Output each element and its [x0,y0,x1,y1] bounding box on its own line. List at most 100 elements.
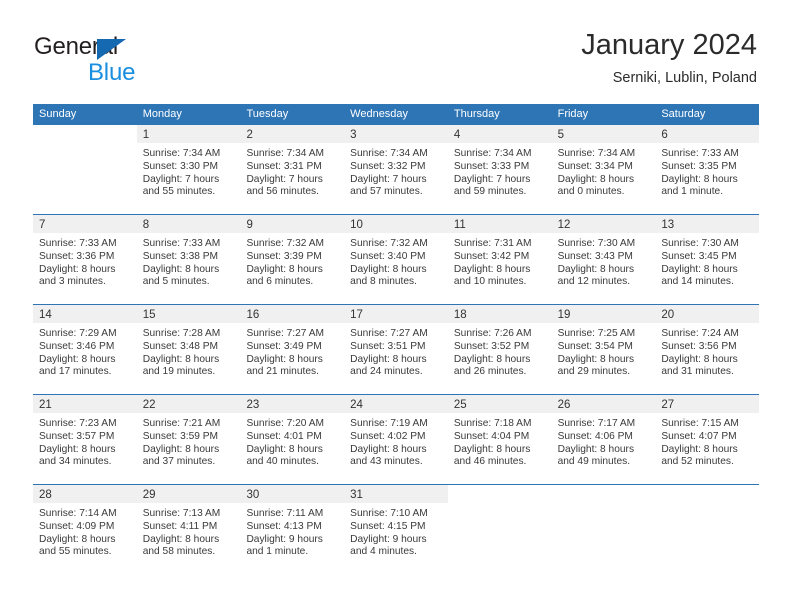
day-detail-line: Daylight: 8 hours [557,353,635,365]
calendar-day-cell[interactable]: 26 Sunrise: 7:17 AM Sunset: 4:06 PM Dayligh… [551,395,656,484]
day-detail-line: Sunrise: 7:25 AM [557,328,636,339]
day-detail-text: Sunrise: 7:34 AM Sunset: 3:33 PM Daylight:… [448,143,552,199]
day-detail-line: Daylight: 8 hours [246,263,323,275]
day-detail-line: and 43 minutes. [350,456,423,468]
calendar-day-cell[interactable]: 17 Sunrise: 7:27 AM Sunset: 3:51 PM Dayligh… [344,305,448,394]
day-number: 25 [453,399,467,411]
day-detail-line: Sunrise: 7:26 AM [453,328,532,339]
day-detail-line: Sunset: 3:32 PM [350,160,426,172]
day-detail-line: and 21 minutes. [246,366,319,378]
calendar-day-cell[interactable]: 7 Sunrise: 7:33 AM Sunset: 3:36 PM Daylight… [33,215,137,304]
day-detail-line: and 57 minutes. [350,186,423,198]
day-detail-line: and 12 minutes. [557,276,631,288]
day-detail-line: Sunrise: 7:32 AM [246,238,325,249]
calendar-day-cell[interactable]: 2 Sunrise: 7:34 AM Sunset: 3:31 PM Daylight… [240,125,345,214]
day-detail-text [655,503,759,508]
calendar-day-cell[interactable]: 24 Sunrise: 7:19 AM Sunset: 4:02 PM Dayligh… [344,395,448,484]
page-subtitle: Serniki, Lublin, Poland [612,70,757,86]
day-detail-line: Sunrise: 7:34 AM [142,148,221,159]
calendar-day-cell[interactable]: 8 Sunrise: 7:33 AM Sunset: 3:38 PM Daylight… [136,215,241,304]
calendar-day-cell[interactable]: 11 Sunrise: 7:31 AM Sunset: 3:42 PM Dayligh… [447,215,552,304]
day-detail-text: Sunrise: 7:32 AM Sunset: 3:40 PM Daylight:… [344,233,448,289]
calendar-day-cell[interactable]: 14 Sunrise: 7:29 AM Sunset: 3:46 PM Dayligh… [33,305,137,394]
day-detail-line: Daylight: 8 hours [350,263,427,275]
day-detail-text: Sunrise: 7:29 AM Sunset: 3:46 PM Daylight:… [33,323,137,379]
day-number: 12 [557,219,571,231]
day-detail-line: Daylight: 8 hours [39,263,116,275]
day-number: 18 [453,309,467,321]
calendar-day-cell[interactable]: 29 Sunrise: 7:13 AM Sunset: 4:11 PM Dayligh… [136,485,241,574]
calendar-day-cell[interactable]: 20 Sunrise: 7:24 AM Sunset: 3:56 PM Dayligh… [655,305,760,394]
day-number-band: 12 [551,215,656,233]
calendar-day-cell[interactable]: 3 Sunrise: 7:34 AM Sunset: 3:32 PM Daylight… [344,125,448,214]
calendar-day-cell[interactable]: 19 Sunrise: 7:25 AM Sunset: 3:54 PM Dayligh… [551,305,656,394]
day-detail-line: and 59 minutes. [453,186,527,198]
day-detail-line: and 4 minutes. [350,546,417,558]
day-detail-line: Sunset: 4:15 PM [350,520,426,532]
day-detail-line: Sunrise: 7:10 AM [350,508,428,519]
day-detail-line: Daylight: 8 hours [557,263,635,275]
day-detail-text: Sunrise: 7:32 AM Sunset: 3:39 PM Daylight:… [240,233,344,289]
day-number: 23 [246,399,260,411]
calendar-week-cells: 7 Sunrise: 7:33 AM Sunset: 3:36 PM Daylight… [33,215,760,304]
calendar-day-cell[interactable]: 5 Sunrise: 7:34 AM Sunset: 3:34 PM Daylight… [551,125,656,214]
day-number-band: 17 [344,305,448,323]
day-detail-text: Sunrise: 7:33 AM Sunset: 3:36 PM Daylight:… [33,233,137,289]
calendar-day-cell[interactable]: 10 Sunrise: 7:32 AM Sunset: 3:40 PM Dayligh… [344,215,448,304]
calendar-day-cell[interactable]: 1 Sunrise: 7:34 AM Sunset: 3:30 PM Daylight… [136,125,241,214]
calendar-week-row: 7 Sunrise: 7:33 AM Sunset: 3:36 PM Daylight… [33,214,760,304]
day-detail-line: and 26 minutes. [453,366,527,378]
calendar-day-cell[interactable]: 31 Sunrise: 7:10 AM Sunset: 4:15 PM Dayligh… [344,485,448,574]
day-number-band: 19 [551,305,656,323]
day-detail-line: Daylight: 8 hours [661,173,738,185]
day-detail-line: Daylight: 8 hours [142,443,220,455]
day-number-band: 2 [240,125,345,143]
day-detail-line: Sunset: 3:35 PM [661,160,737,172]
day-detail-text: Sunrise: 7:27 AM Sunset: 3:49 PM Daylight:… [240,323,344,379]
calendar-day-cell[interactable]: 30 Sunrise: 7:11 AM Sunset: 4:13 PM Dayligh… [240,485,345,574]
weekday-header-saturday: Saturday [661,108,706,120]
calendar-day-cell[interactable]: 13 Sunrise: 7:30 AM Sunset: 3:45 PM Dayligh… [655,215,760,304]
day-number-band: 22 [136,395,241,413]
calendar-day-cell[interactable]: 28 Sunrise: 7:14 AM Sunset: 4:09 PM Dayligh… [33,485,137,574]
day-detail-line: Sunrise: 7:13 AM [142,508,221,519]
day-detail-line: Sunset: 3:42 PM [453,250,530,262]
calendar-day-cell[interactable]: 22 Sunrise: 7:21 AM Sunset: 3:59 PM Dayligh… [136,395,241,484]
day-detail-line: Daylight: 8 hours [661,443,738,455]
day-detail-text: Sunrise: 7:30 AM Sunset: 3:43 PM Daylight:… [552,233,656,289]
calendar-day-cell[interactable]: 12 Sunrise: 7:30 AM Sunset: 3:43 PM Dayligh… [551,215,656,304]
day-number: 11 [453,219,466,231]
day-detail-line: Sunset: 4:02 PM [350,430,426,442]
day-number: 3 [350,129,357,141]
day-detail-line: and 58 minutes. [142,546,216,558]
calendar-day-cell[interactable]: 25 Sunrise: 7:18 AM Sunset: 4:04 PM Dayligh… [447,395,552,484]
title-block: January 2024 Serniki, Lublin, Poland [581,28,757,88]
day-number: 9 [246,219,253,231]
day-detail-text: Sunrise: 7:10 AM Sunset: 4:15 PM Daylight:… [344,503,448,559]
calendar-day-cell[interactable]: 15 Sunrise: 7:28 AM Sunset: 3:48 PM Dayligh… [136,305,241,394]
calendar-day-cell[interactable]: 18 Sunrise: 7:26 AM Sunset: 3:52 PM Dayligh… [447,305,552,394]
calendar-day-cell[interactable]: 23 Sunrise: 7:20 AM Sunset: 4:01 PM Dayligh… [240,395,345,484]
day-detail-line: Daylight: 8 hours [142,263,220,275]
calendar-day-cell[interactable]: 27 Sunrise: 7:15 AM Sunset: 4:07 PM Dayligh… [655,395,760,484]
brand-logo[interactable]: General Blue [34,33,254,89]
day-detail-line: Daylight: 8 hours [246,443,323,455]
calendar-day-cell[interactable]: 21 Sunrise: 7:23 AM Sunset: 3:57 PM Dayligh… [33,395,137,484]
day-detail-line: Sunset: 3:31 PM [246,160,322,172]
day-detail-line: and 31 minutes. [661,366,734,378]
day-detail-line: Sunset: 4:13 PM [246,520,322,532]
day-number: 6 [661,129,668,141]
day-detail-line: Sunset: 3:40 PM [350,250,426,262]
calendar-day-cell[interactable]: 16 Sunrise: 7:27 AM Sunset: 3:49 PM Dayligh… [240,305,345,394]
calendar-day-cell[interactable]: 4 Sunrise: 7:34 AM Sunset: 3:33 PM Daylight… [447,125,552,214]
day-detail-line: and 5 minutes. [142,276,210,288]
day-number: 26 [557,399,571,411]
day-detail-text: Sunrise: 7:33 AM Sunset: 3:38 PM Daylight:… [137,233,241,289]
calendar-day-cell[interactable]: 6 Sunrise: 7:33 AM Sunset: 3:35 PM Daylight… [655,125,760,214]
calendar-week-row: 14 Sunrise: 7:29 AM Sunset: 3:46 PM Dayligh… [33,304,760,394]
day-detail-line: and 29 minutes. [557,366,631,378]
calendar-week-cells: 21 Sunrise: 7:23 AM Sunset: 3:57 PM Dayligh… [33,395,760,484]
day-detail-line: and 46 minutes. [453,456,527,468]
calendar-day-cell[interactable]: 9 Sunrise: 7:32 AM Sunset: 3:39 PM Daylight… [240,215,345,304]
day-number-band: 8 [136,215,241,233]
